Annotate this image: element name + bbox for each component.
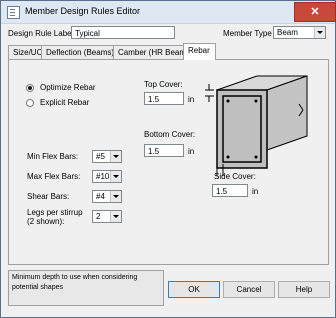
min-flex-select[interactable]: #5 [92, 150, 122, 163]
tab-deflection[interactable]: Deflection (Beams) [41, 45, 120, 59]
member-type-label: Member Type [223, 29, 272, 38]
hint-text: Minimum depth to use when considering po… [8, 270, 164, 306]
min-flex-label: Min Flex Bars: [27, 152, 79, 161]
title-bar[interactable]: Member Design Rules Editor ✕ [1, 1, 336, 24]
optimize-rebar-radio[interactable] [26, 84, 34, 92]
chevron-down-icon[interactable] [110, 171, 121, 182]
chevron-down-icon[interactable] [110, 211, 121, 222]
help-button[interactable]: Help [278, 281, 330, 298]
bottom-cover-label: Bottom Cover: [144, 130, 196, 139]
explicit-rebar-radio[interactable] [26, 99, 34, 107]
max-flex-select[interactable]: #10 [92, 170, 122, 183]
window-title: Member Design Rules Editor [25, 6, 141, 16]
optimize-rebar-label[interactable]: Optimize Rebar [40, 83, 96, 92]
bottom-cover-unit: in [188, 147, 195, 156]
min-flex-value: #5 [96, 152, 105, 161]
rebar-panel: Optimize Rebar Explicit Rebar Top Cover:… [8, 59, 329, 265]
top-cover-label: Top Cover: [144, 80, 183, 89]
legs-value: 2 [96, 212, 101, 221]
max-flex-value: #10 [96, 172, 110, 181]
chevron-down-icon[interactable] [110, 191, 121, 202]
explicit-rebar-label[interactable]: Explicit Rebar [40, 98, 89, 107]
legs-select[interactable]: 2 [92, 210, 122, 223]
bottom-cover-input[interactable]: 1.5 [144, 144, 184, 157]
member-type-select[interactable]: Beam [273, 26, 326, 39]
tab-rebar[interactable]: Rebar [183, 43, 216, 60]
side-cover-input[interactable]: 1.5 [212, 184, 248, 197]
dialog-window: Member Design Rules Editor ✕ Design Rule… [0, 0, 336, 318]
legs-sublabel: (2 shown): [27, 217, 65, 226]
shear-bars-value: #4 [96, 192, 105, 201]
rule-label: Design Rule Label [8, 29, 74, 38]
legs-label: Legs per stirrup [27, 208, 83, 217]
rule-label-input[interactable]: Typical [71, 26, 175, 39]
shear-bars-select[interactable]: #4 [92, 190, 122, 203]
close-icon[interactable]: ✕ [294, 2, 336, 22]
shear-bars-label: Shear Bars: [27, 192, 70, 201]
bottom-cover-marker [216, 164, 224, 176]
app-icon [7, 6, 20, 19]
max-flex-label: Max Flex Bars: [27, 172, 81, 181]
cancel-button[interactable]: Cancel [223, 281, 275, 298]
top-cover-input[interactable]: 1.5 [144, 92, 184, 105]
member-type-value: Beam [277, 28, 298, 37]
top-cover-unit: in [188, 95, 195, 104]
chevron-down-icon[interactable] [314, 27, 325, 38]
beam-section-diagram [205, 75, 308, 169]
chevron-down-icon[interactable] [110, 151, 121, 162]
side-cover-unit: in [252, 187, 259, 196]
ok-button[interactable]: OK [168, 281, 220, 298]
